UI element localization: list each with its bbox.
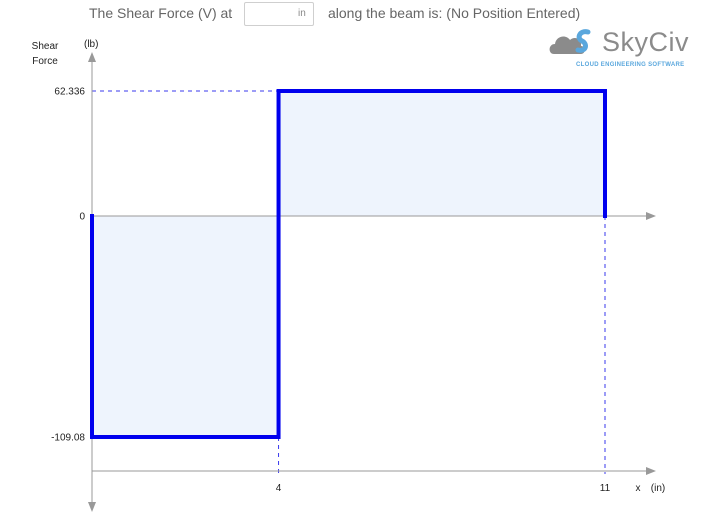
y-axis-up-arrow (88, 52, 96, 62)
x-axis-title: x (636, 483, 641, 494)
x-tick-label: 4 (276, 483, 282, 494)
y-axis-title-line2: Force (32, 56, 58, 67)
y-tick-label: 0 (79, 212, 85, 223)
y-axis-unit: (lb) (84, 39, 98, 50)
x-axis-arrow (646, 467, 656, 475)
x-tick-label: 11 (600, 483, 611, 494)
baseline-arrow (646, 212, 656, 220)
y-tick-label: 62.336 (54, 87, 85, 98)
shear-force-chart: 62.336 0 -109.08 4 11 Shear Force (lb) x (in) (32, 39, 665, 512)
y-tick-label: -109.08 (51, 433, 85, 444)
x-axis-unit: (in) (651, 483, 665, 494)
y-axis-down-arrow (88, 502, 96, 512)
shear-area-fill (92, 91, 605, 437)
y-axis-title-line1: Shear (32, 41, 59, 52)
